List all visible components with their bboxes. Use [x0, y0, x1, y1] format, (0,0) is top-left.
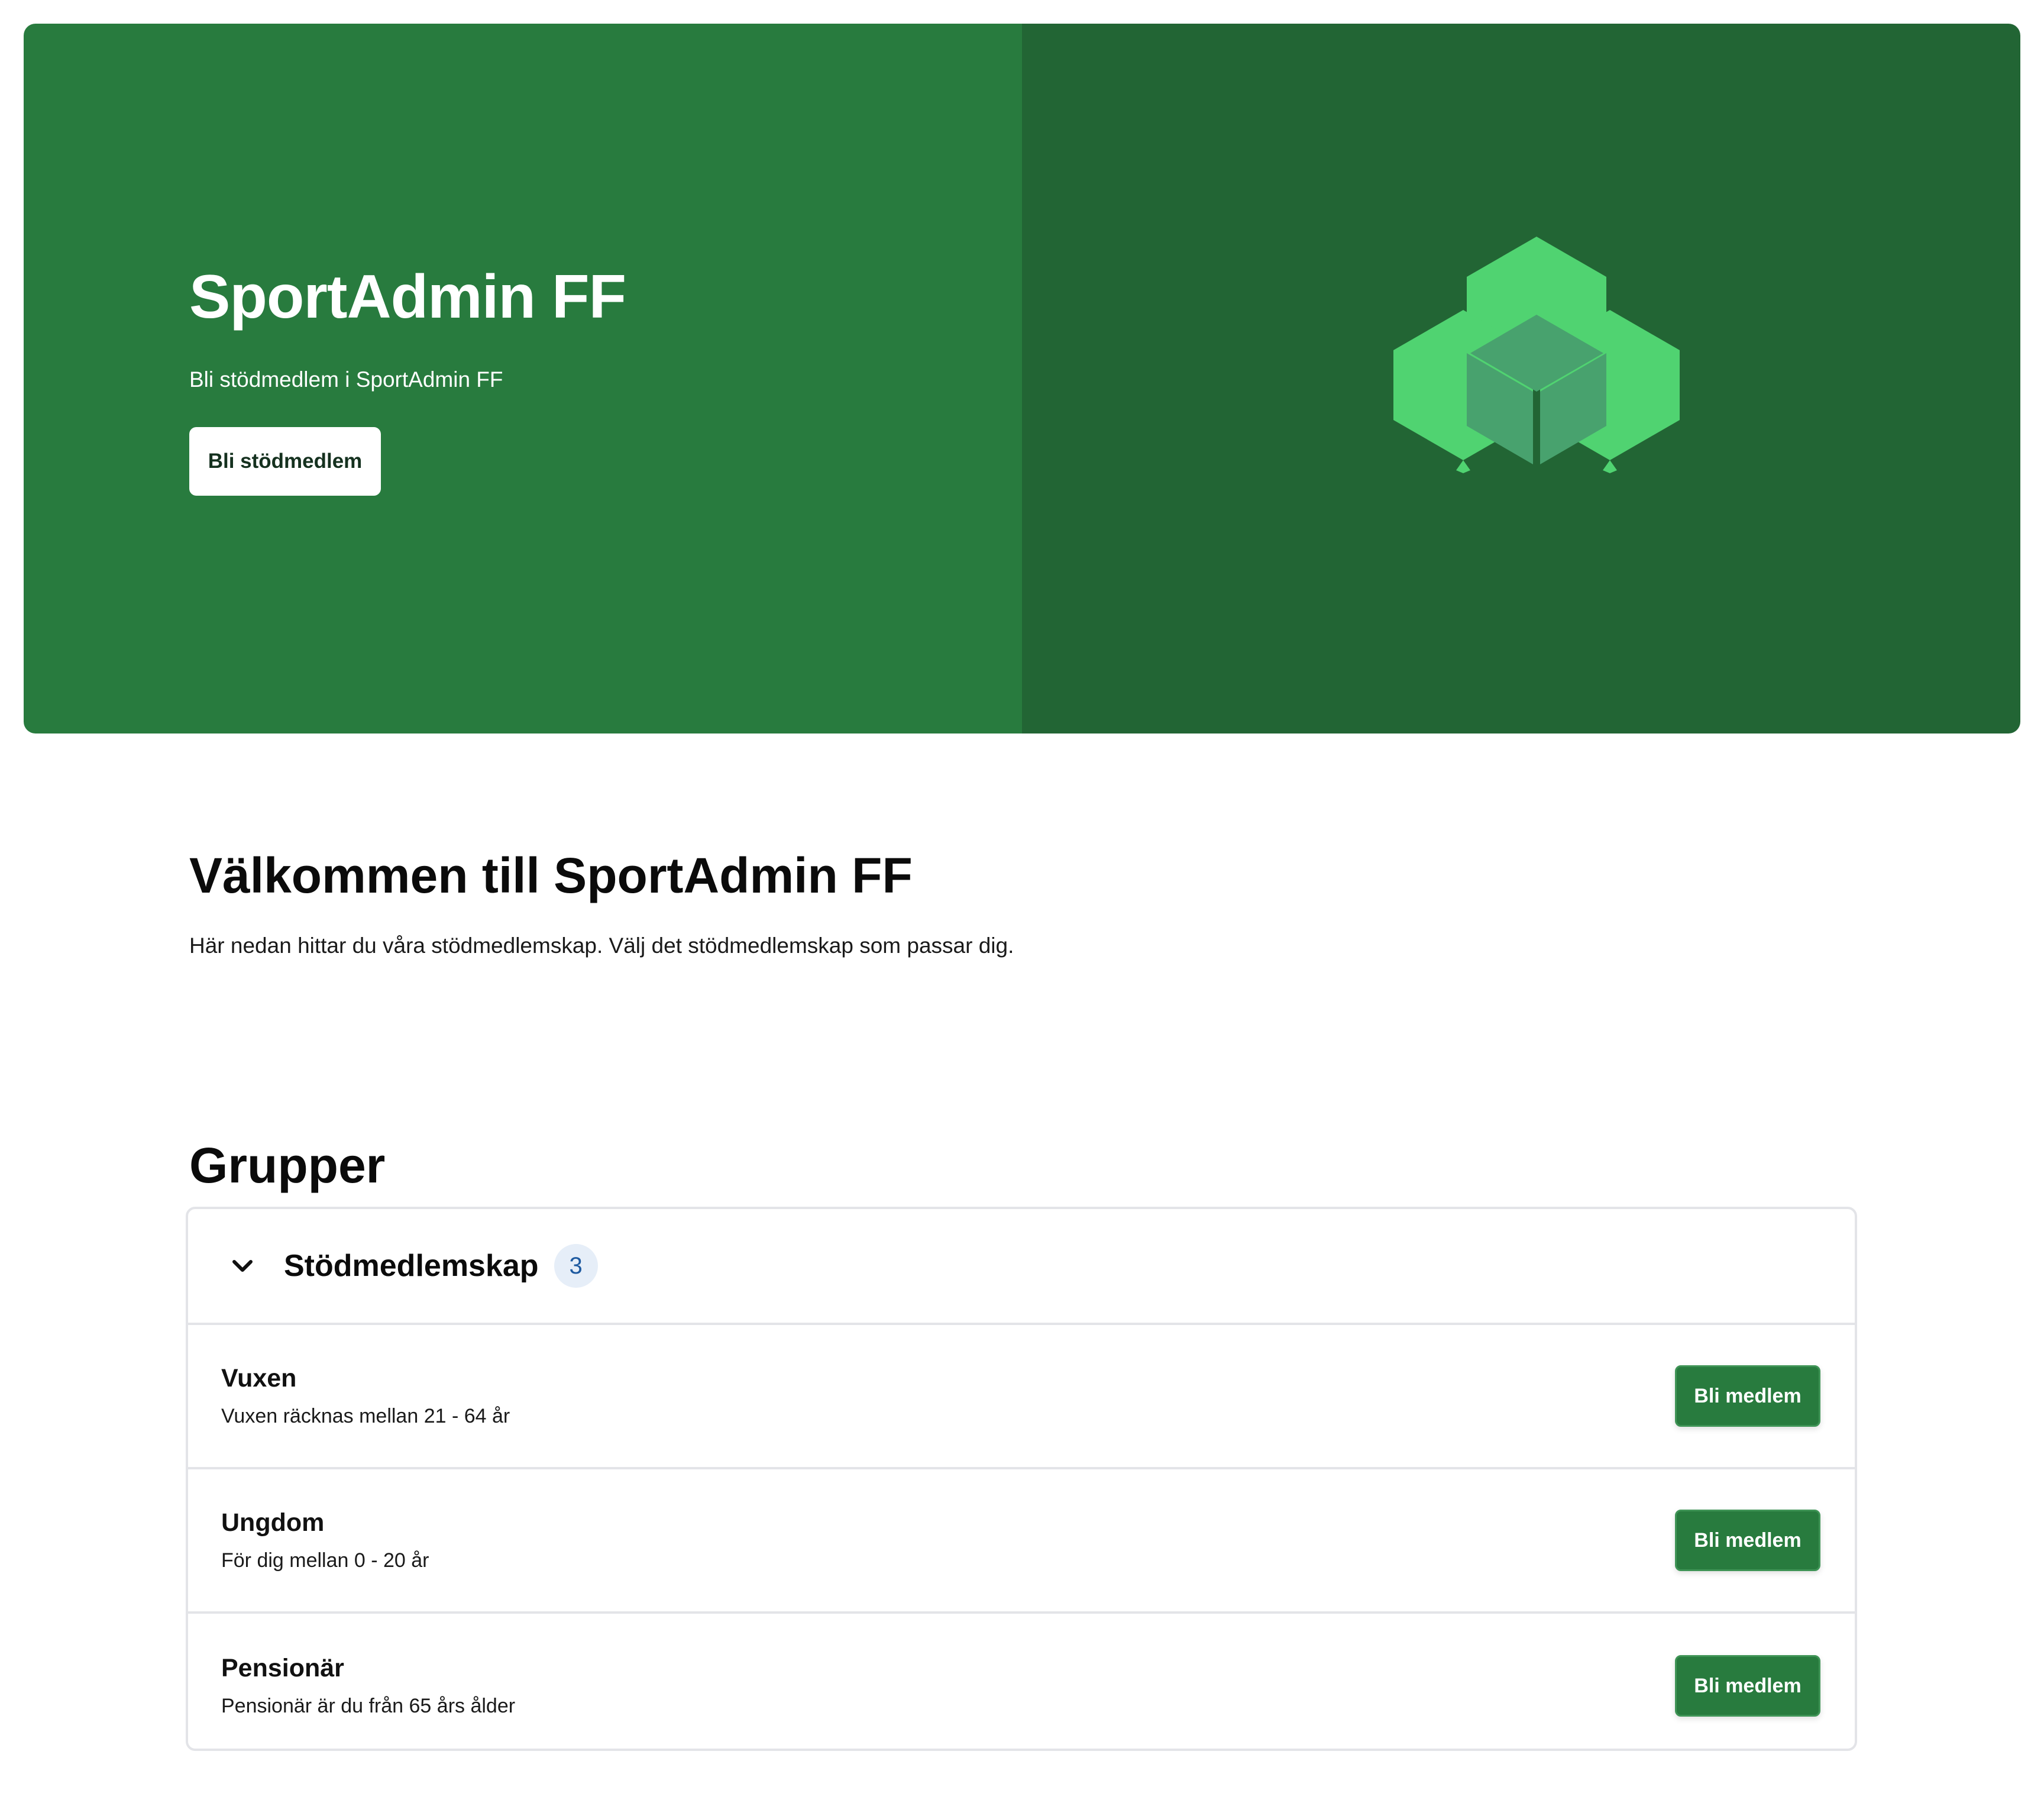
membership-description: För dig mellan 0 - 20 år: [221, 1549, 429, 1572]
hero-banner: SportAdmin FF Bli stödmedlem i SportAdmi…: [24, 24, 2020, 733]
count-badge: 3: [554, 1244, 598, 1288]
membership-row-pensionar: Pensionär Pensionär är du från 65 års ål…: [188, 1614, 1855, 1758]
hero-left-panel: SportAdmin FF Bli stödmedlem i SportAdmi…: [24, 24, 1022, 733]
join-button-pensionar[interactable]: Bli medlem: [1675, 1655, 1820, 1717]
join-button-ungdom[interactable]: Bli medlem: [1675, 1510, 1820, 1571]
chevron-down-icon[interactable]: [229, 1253, 256, 1279]
membership-row-ungdom: Ungdom För dig mellan 0 - 20 år Bli medl…: [188, 1469, 1855, 1614]
welcome-title: Välkommen till SportAdmin FF: [189, 848, 913, 903]
join-button-vuxen[interactable]: Bli medlem: [1675, 1365, 1820, 1427]
hexagon-cluster-logo-icon: [1393, 237, 1680, 473]
group-card: Stödmedlemskap 3 Vuxen Vuxen räcknas mel…: [186, 1207, 1857, 1751]
membership-text: Pensionär Pensionär är du från 65 års ål…: [221, 1654, 515, 1718]
membership-title: Vuxen: [221, 1364, 297, 1392]
become-supporter-button[interactable]: Bli stödmedlem: [189, 427, 381, 496]
hero-subtitle: Bli stödmedlem i SportAdmin FF: [189, 367, 503, 392]
membership-text: Vuxen Vuxen räcknas mellan 21 - 64 år: [221, 1364, 510, 1428]
membership-description: Pensionär är du från 65 års ålder: [221, 1695, 516, 1717]
membership-title: Pensionär: [221, 1654, 344, 1682]
welcome-text: Här nedan hittar du våra stödmedlemskap.…: [189, 933, 1014, 958]
membership-title: Ungdom: [221, 1508, 325, 1537]
group-name: Stödmedlemskap: [284, 1249, 539, 1283]
membership-row-vuxen: Vuxen Vuxen räcknas mellan 21 - 64 år Bl…: [188, 1325, 1855, 1469]
hero-title: SportAdmin FF: [189, 263, 626, 331]
membership-text: Ungdom För dig mellan 0 - 20 år: [221, 1508, 429, 1572]
membership-description: Vuxen räcknas mellan 21 - 64 år: [221, 1405, 510, 1427]
group-header[interactable]: Stödmedlemskap 3: [188, 1209, 1855, 1325]
groups-title: Grupper: [189, 1138, 386, 1193]
hero-right-panel: [1022, 24, 2020, 733]
